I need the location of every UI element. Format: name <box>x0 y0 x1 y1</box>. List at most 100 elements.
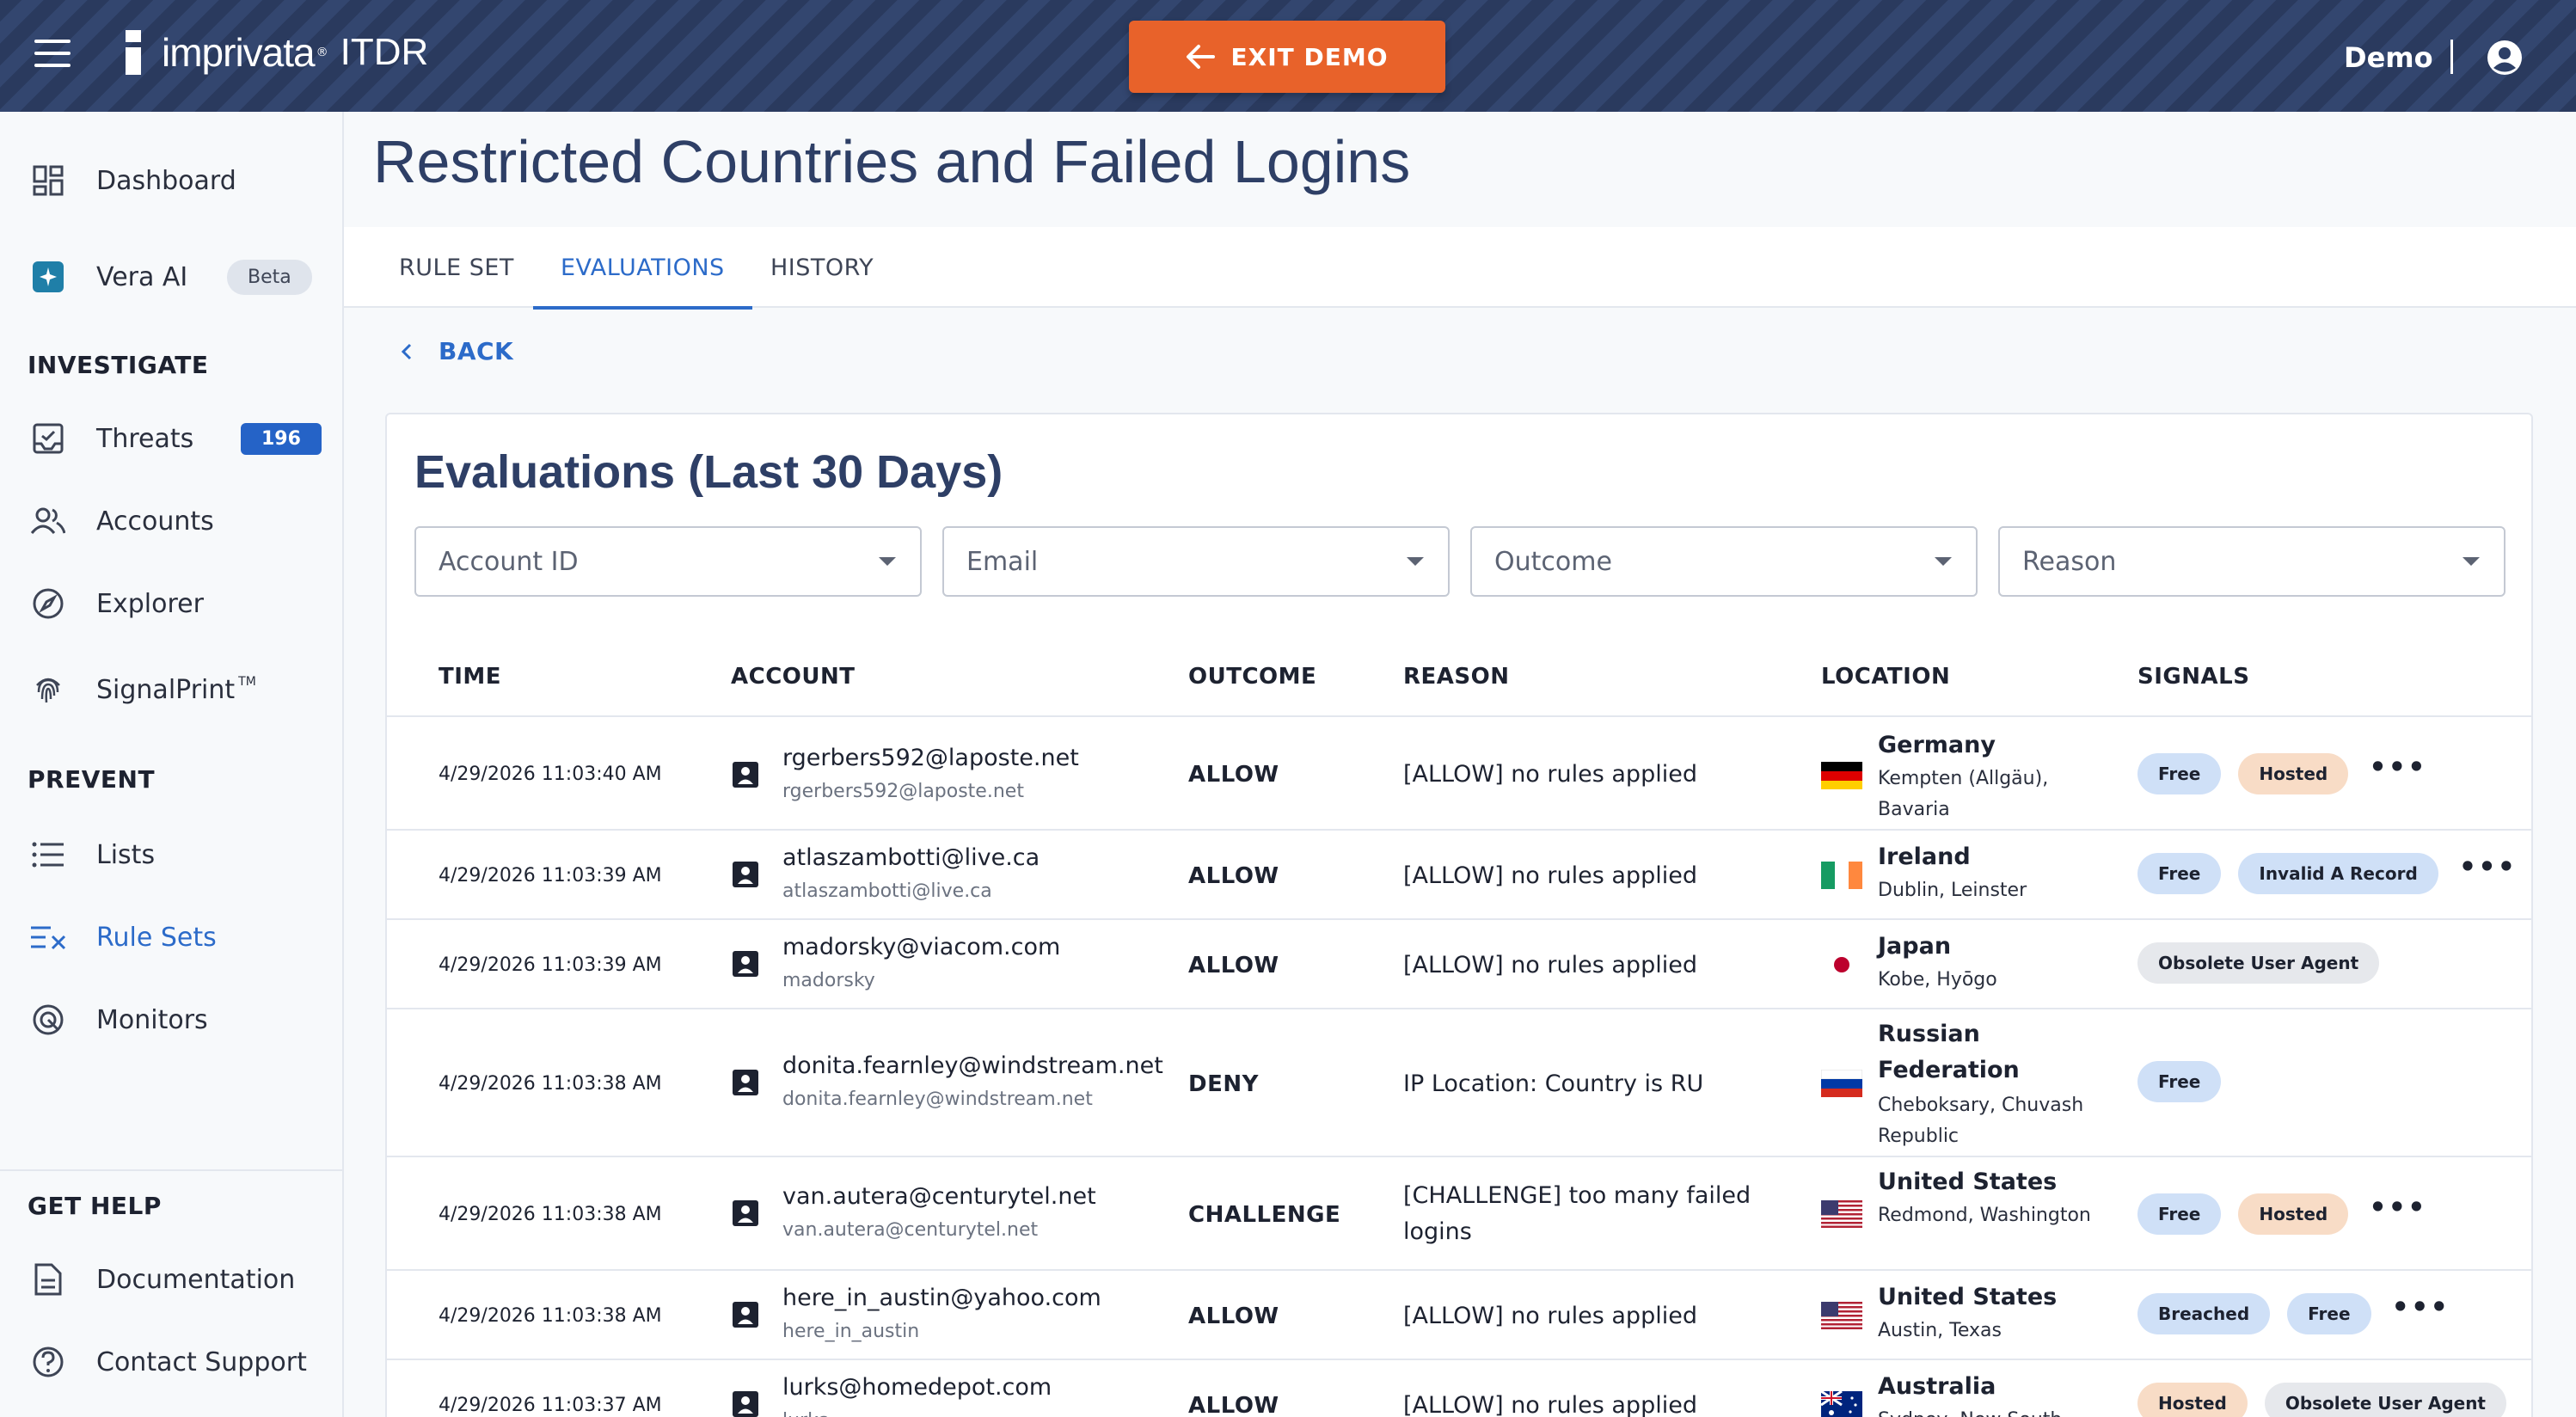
row-account[interactable]: rgerbers592@laposte.net <box>782 745 1079 771</box>
row-location: Australia <box>1878 1373 1996 1400</box>
back-label: BACK <box>439 337 514 365</box>
row-account-sub: lurks <box>782 1410 828 1417</box>
caret-down-icon <box>879 557 896 566</box>
sidebar-item-explorer[interactable]: Explorer <box>0 569 342 638</box>
row-account[interactable]: donita.fearnley@windstream.net <box>782 1052 1163 1079</box>
signal-badge: Free <box>2137 1193 2222 1235</box>
row-reason: [ALLOW] no rules applied <box>1403 761 1697 788</box>
table-row[interactable]: 4/29/2026 11:03:38 AM donita.fearnley@wi… <box>387 1009 2531 1157</box>
sidebar-item-threats[interactable]: Threats 196 <box>0 404 342 473</box>
caret-down-icon <box>1407 557 1424 566</box>
tab-evaluations[interactable]: EVALUATIONS <box>533 227 752 310</box>
signal-badge: Free <box>2137 1061 2222 1102</box>
sidebar-item-dashboard[interactable]: Dashboard <box>0 146 342 215</box>
account-card-icon <box>733 951 758 977</box>
sidebar-item-lists[interactable]: Lists <box>0 820 342 889</box>
table-row[interactable]: 4/29/2026 11:03:38 AM here_in_austin@yah… <box>387 1271 2531 1360</box>
sidebar-item-monitors[interactable]: Monitors <box>0 985 342 1054</box>
user-account-icon[interactable] <box>2487 40 2523 76</box>
sidebar-item-accounts[interactable]: Accounts <box>0 487 342 555</box>
row-outcome: ALLOW <box>1188 953 1279 978</box>
row-account[interactable]: van.autera@centurytel.net <box>782 1183 1096 1210</box>
row-outcome: CHALLENGE <box>1188 1202 1341 1228</box>
sidebar-item-label: Dashboard <box>96 165 236 196</box>
table-row[interactable]: 4/29/2026 11:03:40 AM rgerbers592@lapost… <box>387 719 2531 831</box>
row-signals: Free <box>2137 1061 2238 1102</box>
filter-label: Reason <box>2022 547 2117 577</box>
help-icon <box>29 1343 67 1381</box>
column-location[interactable]: LOCATION <box>1821 664 1950 690</box>
signal-badge: Breached <box>2137 1293 2271 1334</box>
row-location: United States <box>1878 1169 2058 1195</box>
menu-icon[interactable] <box>34 40 71 71</box>
caret-down-icon <box>2463 557 2480 566</box>
sidebar-item-documentation[interactable]: Documentation <box>0 1245 342 1314</box>
sidebar-item-vera-ai[interactable]: Vera AI Beta <box>0 242 342 311</box>
more-signals-icon[interactable]: ••• <box>2369 753 2426 789</box>
row-reason: [CHALLENGE] too many failed logins <box>1403 1182 1751 1245</box>
rule-sets-icon <box>29 918 67 956</box>
account-id-filter[interactable]: Account ID <box>414 526 922 597</box>
row-time: 4/29/2026 11:03:40 AM <box>439 764 662 785</box>
accounts-icon <box>29 502 67 540</box>
column-signals[interactable]: SIGNALS <box>2137 664 2249 690</box>
main-content: Restricted Countries and Failed Logins R… <box>344 112 2576 1417</box>
tab-bar: RULE SET EVALUATIONS HISTORY <box>344 227 2576 310</box>
sidebar-item-contact-support[interactable]: Contact Support <box>0 1328 342 1396</box>
usa-flag-icon <box>1821 1200 1862 1228</box>
row-location: Japan <box>1878 933 1952 960</box>
row-location-sub: Cheboksary, Chuvash Republic <box>1878 1095 2084 1147</box>
sidebar-item-signalprint[interactable]: SignalPrint TM <box>0 655 342 724</box>
table-row[interactable]: 4/29/2026 11:03:37 AM lurks@homedepot.co… <box>387 1360 2531 1417</box>
sidebar-item-label: Rule Sets <box>96 922 217 953</box>
more-signals-icon[interactable]: ••• <box>2459 853 2517 889</box>
top-bar: imprivata ® ITDR EXIT DEMO Demo <box>0 0 2576 112</box>
filter-label: Account ID <box>439 547 579 577</box>
signal-badge: Hosted <box>2238 1193 2349 1235</box>
more-signals-icon[interactable]: ••• <box>2392 1293 2450 1329</box>
row-account[interactable]: atlaszambotti@live.ca <box>782 844 1040 871</box>
column-time[interactable]: TIME <box>439 664 501 690</box>
reason-filter[interactable]: Reason <box>1998 526 2505 597</box>
ireland-flag-icon <box>1821 862 1862 889</box>
monitor-target-icon <box>29 1001 67 1039</box>
account-card-icon <box>733 1200 758 1226</box>
row-location-sub: Sydney, New South <box>1878 1405 2101 1417</box>
sidebar-item-label: Vera AI <box>96 261 188 292</box>
row-location: Ireland <box>1878 843 1971 870</box>
signalprint-label: SignalPrint <box>96 674 236 705</box>
row-time: 4/29/2026 11:03:37 AM <box>439 1395 662 1416</box>
tab-history[interactable]: HISTORY <box>753 227 891 308</box>
user-label[interactable]: Demo <box>2344 41 2433 74</box>
exit-demo-button[interactable]: EXIT DEMO <box>1129 21 1445 93</box>
signal-badge: Obsolete User Agent <box>2137 942 2380 984</box>
brand-suffix: ITDR <box>340 31 429 73</box>
table-row[interactable]: 4/29/2026 11:03:39 AM atlaszambotti@live… <box>387 831 2531 920</box>
row-reason: IP Location: Country is RU <box>1403 1070 1704 1097</box>
row-time: 4/29/2026 11:03:38 AM <box>439 1204 662 1225</box>
account-card-icon <box>733 862 758 887</box>
signal-badge: Free <box>2137 753 2222 794</box>
signal-badge: Free <box>2137 853 2222 894</box>
table-row[interactable]: 4/29/2026 11:03:39 AM madorsky@viacom.co… <box>387 920 2531 1009</box>
row-account[interactable]: here_in_austin@yahoo.com <box>782 1285 1101 1311</box>
signal-badge: Hosted <box>2137 1383 2248 1417</box>
row-account[interactable]: madorsky@viacom.com <box>782 934 1060 960</box>
sidebar-item-label: SignalPrint TM <box>96 675 256 705</box>
document-icon <box>29 1261 67 1298</box>
column-outcome[interactable]: OUTCOME <box>1188 664 1316 690</box>
table-row[interactable]: 4/29/2026 11:03:38 AM van.autera@century… <box>387 1157 2531 1271</box>
outcome-filter[interactable]: Outcome <box>1470 526 1978 597</box>
sidebar-item-label: Explorer <box>96 588 204 619</box>
back-button[interactable]: BACK <box>401 337 513 365</box>
row-reason: [ALLOW] no rules applied <box>1403 862 1697 889</box>
email-filter[interactable]: Email <box>942 526 1450 597</box>
tab-rule-set[interactable]: RULE SET <box>382 227 531 308</box>
column-reason[interactable]: REASON <box>1403 664 1510 690</box>
row-account[interactable]: lurks@homedepot.com <box>782 1374 1052 1401</box>
signal-badge: Free <box>2287 1293 2371 1334</box>
more-signals-icon[interactable]: ••• <box>2369 1193 2426 1230</box>
usa-flag-icon <box>1821 1302 1862 1329</box>
column-account[interactable]: ACCOUNT <box>731 664 856 690</box>
sidebar-item-rule-sets[interactable]: Rule Sets <box>0 903 342 972</box>
